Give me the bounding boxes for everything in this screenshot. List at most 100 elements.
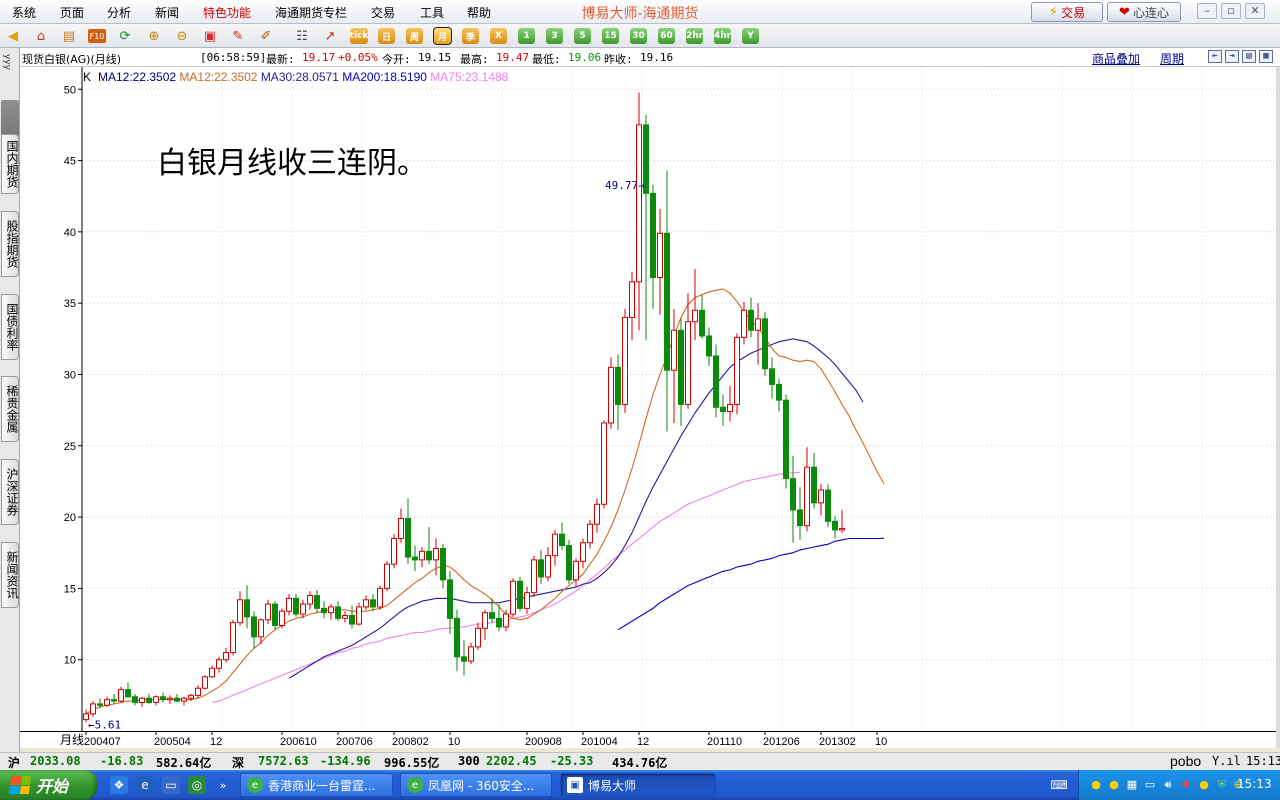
menu-page[interactable]: 页面: [60, 4, 84, 21]
layout-icon[interactable]: ▤: [1242, 50, 1256, 63]
tab-index-futures[interactable]: 股指期货: [1, 211, 19, 277]
menu-haitong-column[interactable]: 海通期货专栏: [275, 4, 347, 21]
candle-body-down: [97, 703, 103, 706]
show-desktop-icon[interactable]: ▭: [162, 776, 180, 794]
close-button[interactable]: ✕: [1245, 3, 1265, 19]
menu-trade[interactable]: 交易: [371, 4, 395, 21]
menu-tools[interactable]: 工具: [420, 4, 444, 21]
x-tick-label: 200610: [280, 736, 317, 748]
period-day[interactable]: 日: [378, 28, 395, 44]
candle-body-down: [251, 616, 257, 638]
quicklaunch-app-icon[interactable]: ❖: [110, 776, 128, 794]
minimize-button[interactable]: –: [1197, 3, 1217, 19]
network-icon[interactable]: ▦: [1125, 778, 1139, 792]
candle-body-up: [580, 542, 586, 562]
candle-body-down: [713, 355, 719, 408]
task-hk-tv[interactable]: e 香港商业一台雷霆...: [240, 773, 393, 797]
quicklaunch-more-icon[interactable]: »: [214, 776, 232, 794]
period-link[interactable]: 周期: [1160, 50, 1184, 67]
period-x[interactable]: X: [490, 28, 507, 44]
x-tick-label: 10: [875, 736, 887, 748]
qq-icon-2[interactable]: ●: [1107, 778, 1121, 792]
period-month[interactable]: 月: [433, 27, 452, 45]
candle-body-up: [510, 580, 516, 615]
candle-body-up: [118, 689, 124, 702]
tab-shsz-stocks[interactable]: 沪深证券: [1, 459, 19, 525]
monitor-icon[interactable]: ▭: [1143, 778, 1157, 792]
candle-body-up: [286, 597, 292, 612]
period-15min[interactable]: 15: [602, 28, 619, 44]
period-5min[interactable]: 5: [574, 28, 591, 44]
quicklaunch-browser-icon[interactable]: ◎: [188, 776, 206, 794]
period-2hr[interactable]: 2hr: [686, 28, 703, 44]
tab-news[interactable]: 新闻资讯: [1, 542, 19, 608]
table-icon[interactable]: ☷: [293, 27, 311, 45]
back-arrow-icon[interactable]: ◀: [4, 27, 22, 45]
zoom-in-icon[interactable]: ⊕: [145, 27, 163, 45]
overlay-commodity-link[interactable]: 商品叠加: [1092, 50, 1140, 67]
menu-news[interactable]: 新闻: [155, 4, 179, 21]
home-icon[interactable]: ⌂: [32, 27, 50, 45]
candlestick-chart[interactable]: 10 15 20 25 30 35 40 45 50 200407 200504 12 200610 20…: [20, 67, 1276, 748]
candle-body-up: [433, 547, 439, 561]
menu-help[interactable]: 帮助: [467, 4, 491, 21]
security-icon[interactable]: ✚: [1179, 778, 1193, 792]
app-window: 系统 页面 分析 新闻 特色功能 海通期货专栏 交易 工具 帮助 博易大师-海通…: [0, 0, 1280, 800]
period-1min[interactable]: 1: [518, 28, 535, 44]
scroll-left-icon[interactable]: ⇤: [1208, 50, 1222, 63]
period-year[interactable]: Y: [742, 28, 759, 44]
candle-body-down: [447, 579, 453, 619]
line-chart-icon[interactable]: ↗: [321, 27, 339, 45]
period-4hr[interactable]: 4hr: [714, 28, 731, 44]
vertical-scrollbar[interactable]: [1276, 67, 1280, 748]
eraser-icon[interactable]: ✐: [257, 27, 275, 45]
candle-body-down: [440, 547, 446, 581]
start-button[interactable]: 开始: [0, 770, 97, 800]
shield-icon[interactable]: ⛨: [1215, 778, 1229, 792]
zoom-out-icon[interactable]: ⊖: [173, 27, 191, 45]
task-ifeng[interactable]: e 凤凰网 - 360安全...: [400, 773, 552, 797]
candle-body-down: [566, 545, 572, 581]
candle-body-up: [202, 676, 208, 689]
period-tick[interactable]: tick: [350, 28, 368, 44]
menu-special-features[interactable]: 特色功能: [203, 4, 251, 21]
period-3min[interactable]: 3: [546, 28, 563, 44]
book-icon[interactable]: ▤: [60, 27, 78, 45]
windows-flag-icon: [8, 776, 32, 794]
menu-system[interactable]: 系统: [12, 4, 36, 21]
period-week[interactable]: 周: [406, 28, 423, 44]
f10-icon[interactable]: F10: [88, 29, 106, 43]
ie-browser-icon[interactable]: e: [136, 776, 154, 794]
heart-connect-button[interactable]: ❤ 心连心: [1107, 2, 1181, 22]
candle-body-up: [573, 560, 579, 581]
chart-area[interactable]: 10 15 20 25 30 35 40 45 50 200407 200504 12 200610 20…: [20, 67, 1276, 748]
tab-domestic-futures[interactable]: 国内期货: [1, 134, 19, 194]
menu-analysis[interactable]: 分析: [107, 4, 131, 21]
scroll-right-icon[interactable]: ⇥: [1225, 50, 1239, 63]
keyboard-icon[interactable]: ⌨: [1050, 776, 1068, 794]
candle-body-down: [811, 466, 817, 504]
qq-icon-3[interactable]: ●: [1197, 778, 1211, 792]
volume-icon[interactable]: 🔊︎: [1161, 778, 1175, 792]
candle-body-up: [594, 503, 600, 525]
qq-icon-1[interactable]: ●: [1089, 778, 1103, 792]
window-icon[interactable]: ▣: [201, 27, 219, 45]
pen-icon[interactable]: ✎: [229, 27, 247, 45]
period-quarter[interactable]: 季: [462, 28, 479, 44]
period-60min[interactable]: 60: [658, 28, 675, 44]
y-tick-label: 45: [64, 156, 76, 168]
sz-index-label: 深: [232, 756, 245, 770]
candle-body-down: [489, 612, 495, 619]
period-30min[interactable]: 30: [630, 28, 647, 44]
candle-body-up: [727, 403, 733, 413]
refresh-icon[interactable]: ⟳: [116, 27, 134, 45]
maximize-button[interactable]: ▫: [1221, 3, 1241, 19]
heart-connect-label: 心连心: [1132, 5, 1169, 20]
candle-body-up: [671, 329, 677, 371]
grid-layout-icon[interactable]: ▦: [1259, 50, 1273, 63]
candle-body-up: [153, 696, 159, 703]
tab-precious-metals[interactable]: 稀贵金属: [1, 376, 19, 442]
task-boyi-master[interactable]: ▣ 博易大师: [560, 773, 716, 797]
tab-bond-rates[interactable]: 国债利率: [1, 294, 19, 360]
trade-button[interactable]: ⚡ 交易: [1031, 2, 1103, 22]
